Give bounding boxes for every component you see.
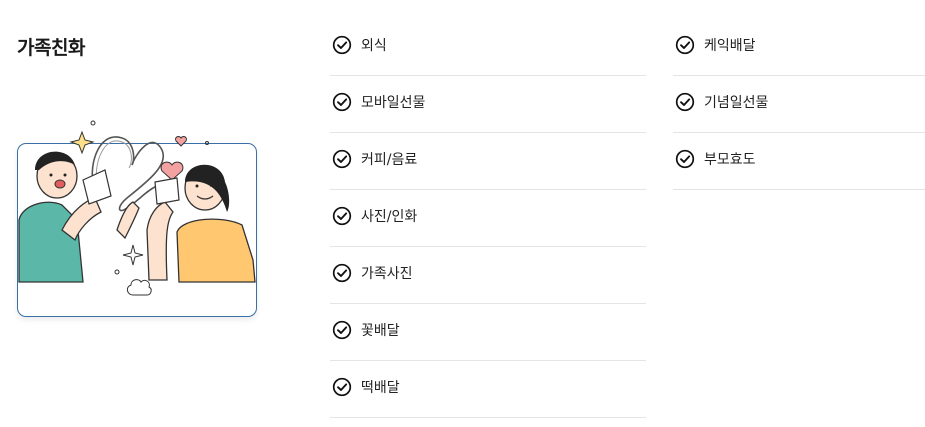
check-circle-icon [332, 35, 352, 55]
benefit-item-coffee[interactable]: 커피/음료 [330, 133, 646, 190]
benefit-item-label: 사진/인화 [361, 209, 418, 225]
benefit-item-label: 부모효도 [704, 152, 756, 168]
check-circle-icon [332, 263, 352, 283]
benefit-item-label: 외식 [361, 38, 387, 54]
check-circle-icon [675, 149, 695, 169]
benefit-item-label: 가족사진 [361, 266, 413, 282]
check-circle-icon [332, 320, 352, 340]
check-circle-icon [675, 92, 695, 112]
benefit-item-rice-cake-delivery[interactable]: 떡배달 [330, 361, 646, 418]
benefit-item-photo-print[interactable]: 사진/인화 [330, 190, 646, 247]
check-circle-icon [675, 35, 695, 55]
check-circle-icon [332, 377, 352, 397]
benefit-item-label: 모바일선물 [361, 95, 426, 111]
family-phone-illustration [18, 120, 256, 296]
check-circle-icon [332, 92, 352, 112]
benefit-item-label: 케익배달 [704, 38, 756, 54]
benefit-column-2: 케익배달 기념일선물 부모효도 [673, 19, 925, 190]
benefit-item-label: 커피/음료 [361, 152, 418, 168]
benefit-item-cake-delivery[interactable]: 케익배달 [673, 19, 925, 76]
benefit-item-anniversary-gift[interactable]: 기념일선물 [673, 76, 925, 133]
benefit-item-filial-piety[interactable]: 부모효도 [673, 133, 925, 190]
benefit-column-1: 외식 모바일선물 커피/음료 사진/인화 가족사진 꽃배달 떡배달 [330, 19, 646, 418]
check-circle-icon [332, 206, 352, 226]
benefit-item-label: 꽃배달 [361, 323, 400, 339]
benefit-item-flower-delivery[interactable]: 꽃배달 [330, 304, 646, 361]
section-title: 가족친화 [17, 37, 85, 59]
benefit-item-mobile-gift[interactable]: 모바일선물 [330, 76, 646, 133]
check-circle-icon [332, 149, 352, 169]
benefit-item-label: 떡배달 [361, 380, 400, 396]
benefit-item-family-photo[interactable]: 가족사진 [330, 247, 646, 304]
benefit-item-dining[interactable]: 외식 [330, 19, 646, 76]
benefit-item-label: 기념일선물 [704, 95, 769, 111]
